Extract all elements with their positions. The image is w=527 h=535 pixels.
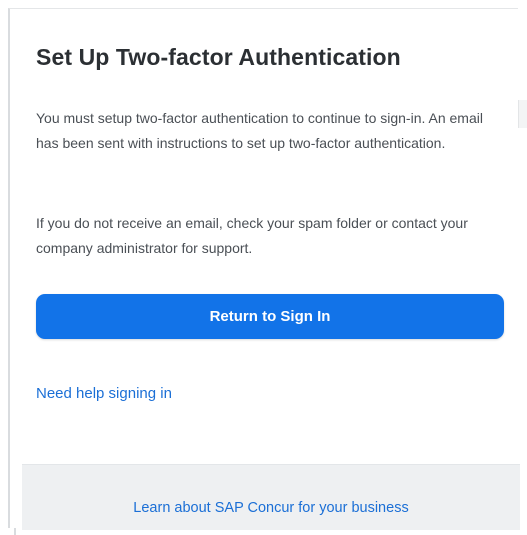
footer: Learn about SAP Concur for your business: [22, 464, 520, 530]
learn-about-sap-concur-link[interactable]: Learn about SAP Concur for your business: [22, 500, 520, 516]
page-title: Set Up Two-factor Authentication: [36, 44, 401, 70]
card-border-edge: [14, 528, 16, 535]
page: Set Up Two-factor Authentication You mus…: [0, 0, 527, 535]
need-help-signing-in-link[interactable]: Need help signing in: [36, 385, 172, 402]
adjacent-panel-edge: [518, 100, 527, 128]
instructions-message: You must setup two-factor authentication…: [36, 110, 483, 151]
spam-folder-message: If you do not receive an email, check yo…: [36, 215, 468, 256]
two-factor-dialog: Set Up Two-factor Authentication You mus…: [8, 8, 520, 530]
return-to-sign-in-button[interactable]: Return to Sign In: [36, 294, 504, 339]
